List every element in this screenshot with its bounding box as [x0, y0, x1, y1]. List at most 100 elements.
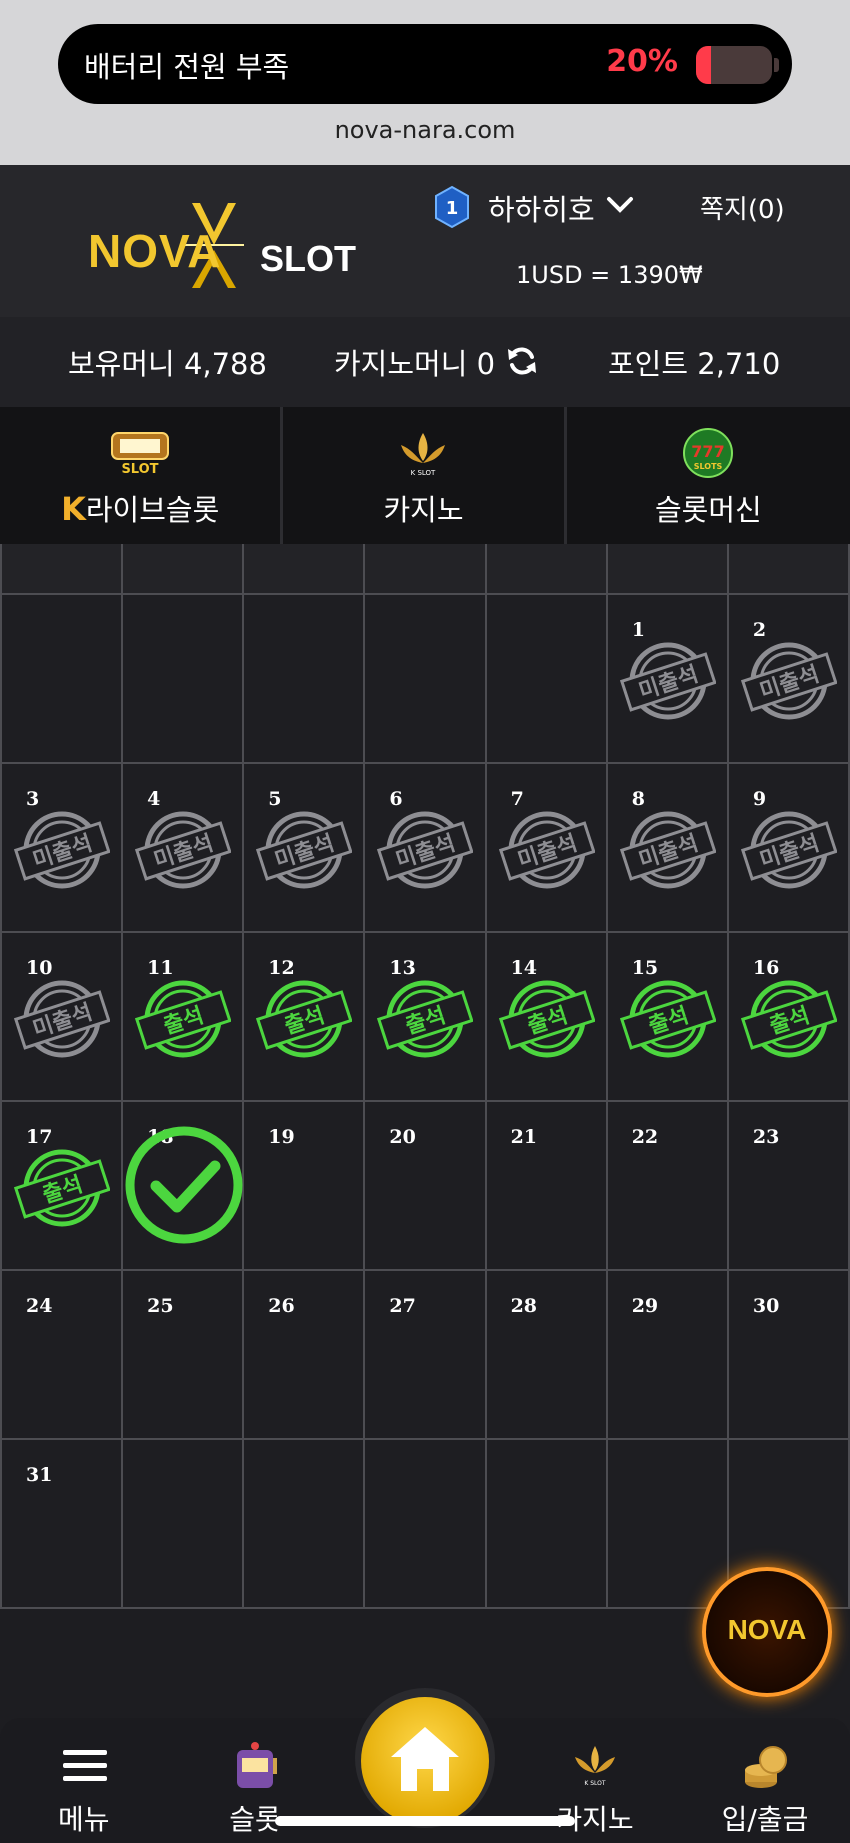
weekday-header-cell — [486, 544, 608, 593]
calendar-day-cell[interactable]: 31 — [0, 1440, 124, 1607]
calendar-day-cell[interactable]: 미출석 4 — [123, 764, 245, 931]
calendar-day-cell[interactable]: 26 — [244, 1271, 366, 1438]
attended-stamp-icon: 출석 — [14, 1149, 110, 1227]
home-icon — [391, 1727, 459, 1791]
calendar-day-cell[interactable]: 출석 13 — [365, 933, 487, 1100]
absent-stamp-icon: 미출석 — [135, 811, 232, 889]
username[interactable]: 하하히호 — [488, 187, 595, 229]
calendar-week-row: 미출석 1 미출석 2 — [0, 595, 850, 764]
absent-stamp-icon: 미출석 — [256, 811, 353, 889]
calendar-day-cell[interactable]: 27 — [365, 1271, 487, 1438]
tab-slot-machine[interactable]: 777 SLOTS 슬롯머신 — [567, 407, 850, 544]
777-slots-icon: 777 SLOTS — [683, 428, 734, 478]
svg-text:SLOT: SLOT — [122, 462, 159, 477]
calendar-day-cell[interactable]: 출석 11 — [123, 933, 245, 1100]
chevron-down-icon[interactable] — [606, 195, 634, 215]
calendar-day-cell[interactable]: 19 — [244, 1102, 366, 1269]
battery-tip — [774, 58, 779, 72]
calendar-day-cell[interactable]: 미출석 8 — [607, 764, 729, 931]
calendar-day-cell[interactable]: 28 — [486, 1271, 608, 1438]
calendar-day-cell[interactable]: 25 — [123, 1271, 245, 1438]
home-indicator — [275, 1816, 575, 1826]
calendar-day-cell[interactable]: 미출석 5 — [244, 764, 366, 931]
day-number: 2 — [752, 619, 767, 641]
day-number: 1 — [631, 619, 645, 641]
calendar-day-cell[interactable]: 출석 16 — [728, 933, 850, 1100]
calendar-day-cell[interactable]: 21 — [486, 1102, 608, 1269]
calendar-day-cell — [123, 595, 245, 762]
home-button[interactable] — [361, 1697, 489, 1825]
calendar-day-cell[interactable]: 미출석 2 — [728, 595, 850, 762]
calendar-day-cell[interactable]: 30 — [728, 1271, 850, 1438]
calendar-day-cell — [0, 595, 124, 762]
weekday-header-cell — [728, 544, 850, 593]
tab-live-slot[interactable]: SLOT K라이브슬롯 — [0, 407, 284, 544]
calendar-day-cell[interactable]: 20 — [365, 1102, 487, 1269]
calendar-day-cell — [244, 595, 366, 762]
svg-text:SLOTS: SLOTS — [694, 462, 723, 471]
attended-stamp-icon: 출석 — [256, 980, 353, 1058]
day-number: 13 — [389, 957, 416, 979]
system-top-area: 배터리 전원 부족 20% nova-nara.com — [0, 0, 850, 165]
today-check-icon — [125, 1126, 243, 1244]
calendar-day-cell[interactable]: 미출석 1 — [607, 595, 729, 762]
calendar-day-cell[interactable]: 29 — [607, 1271, 729, 1438]
nav-menu-label: 메뉴 — [58, 1803, 110, 1836]
tab-casino-label: 카지노 — [383, 493, 464, 527]
absent-stamp-icon: 미출석 — [498, 811, 595, 889]
weekday-header-cell — [607, 544, 729, 593]
absent-stamp-icon: 미출석 — [14, 980, 110, 1058]
day-number: 31 — [26, 1464, 53, 1486]
absent-stamp-icon: 미출석 — [740, 642, 837, 720]
attended-stamp-icon: 출석 — [377, 980, 474, 1058]
calendar-day-cell — [123, 1440, 245, 1607]
weekday-header-cell — [244, 544, 366, 593]
calendar-day-cell[interactable]: 미출석 3 — [0, 764, 124, 931]
day-number: 29 — [631, 1295, 659, 1317]
svg-text:K SLOT: K SLOT — [411, 469, 436, 477]
calendar-week-row: 미출석 10 출석 11 출석 12 출석 13 출석 14 출석 15 출석 16 — [0, 933, 850, 1102]
day-number: 22 — [631, 1126, 659, 1148]
tab-slot-machine-label: 슬롯머신 — [654, 493, 762, 527]
calendar-day-cell[interactable]: 출석 14 — [486, 933, 608, 1100]
svg-text:K SLOT: K SLOT — [584, 1780, 606, 1787]
url-bar[interactable]: nova-nara.com — [0, 116, 850, 144]
tab-casino[interactable]: K SLOT 카지노 — [283, 407, 567, 544]
messages-link[interactable]: 쪽지(0) — [700, 189, 785, 226]
fab-label: NOVA — [727, 1614, 807, 1645]
calendar-day-cell — [365, 1440, 487, 1607]
day-number: 23 — [752, 1126, 780, 1148]
day-number: 9 — [752, 788, 767, 810]
calendar-day-cell[interactable]: 미출석 6 — [365, 764, 487, 931]
calendar-day-cell[interactable]: 출석 15 — [607, 933, 729, 1100]
calendar-day-cell[interactable]: 미출석 7 — [486, 764, 608, 931]
nav-menu[interactable]: 메뉴 — [0, 1718, 170, 1843]
nav-deposit-withdraw[interactable]: 입/출금 — [680, 1718, 850, 1843]
level-number: 1 — [446, 198, 459, 219]
attended-stamp-icon: 출석 — [498, 980, 595, 1058]
calendar-day-cell[interactable]: 미출석 9 — [728, 764, 850, 931]
day-number: 6 — [389, 788, 403, 810]
calendar-day-cell[interactable]: 출석 12 — [244, 933, 366, 1100]
balance-bar: 보유머니 4,788 카지노머니 0 포인트 2,710 — [0, 317, 850, 407]
weekday-header-cell — [0, 544, 124, 593]
day-number: 27 — [389, 1295, 416, 1317]
calendar-week-row: 24 25 26 27 28 29 30 — [0, 1271, 850, 1440]
nova-slot-logo[interactable]: NOVA SLOT — [88, 198, 368, 293]
calendar-day-cell[interactable]: 24 — [0, 1271, 124, 1438]
calendar-day-cell[interactable]: 23 — [728, 1102, 850, 1269]
attended-stamp-icon: 출석 — [740, 980, 837, 1058]
weekday-header-cell — [365, 544, 487, 593]
calendar-day-cell[interactable]: 출석 17 — [0, 1102, 124, 1269]
nova-floating-button[interactable]: NOVA — [702, 1567, 832, 1697]
day-number: 7 — [510, 788, 524, 810]
battery-percent: 20% — [606, 44, 678, 79]
refresh-icon[interactable] — [506, 345, 538, 377]
calendar-day-cell[interactable]: 18 — [123, 1102, 245, 1269]
svg-text:777: 777 — [692, 442, 725, 461]
calendar-week-row: 출석 17 18 19 20 21 22 23 — [0, 1102, 850, 1271]
calendar-day-cell[interactable]: 미출석 10 — [0, 933, 124, 1100]
exchange-rate: 1USD = 1390₩ — [516, 261, 703, 289]
calendar-day-cell[interactable]: 22 — [607, 1102, 729, 1269]
battery-icon — [696, 46, 772, 84]
